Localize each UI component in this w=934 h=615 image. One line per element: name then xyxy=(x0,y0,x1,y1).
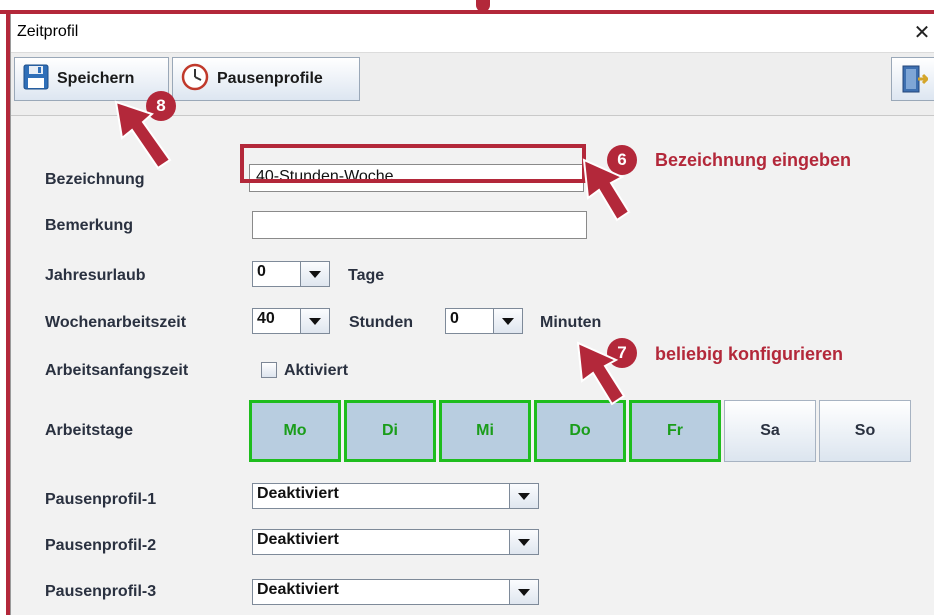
arrow-pointer-icon xyxy=(114,100,631,406)
